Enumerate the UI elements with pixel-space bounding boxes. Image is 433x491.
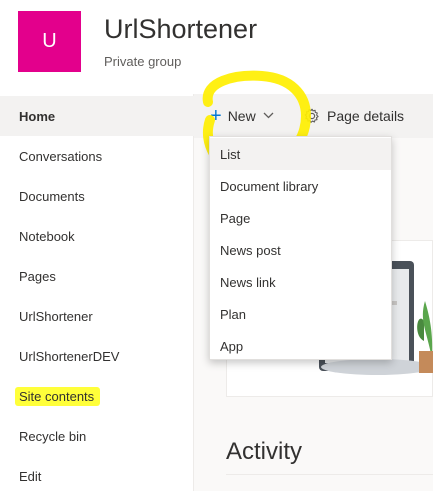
site-header: U UrlShortener Private group	[0, 0, 433, 94]
activity-heading: Activity	[226, 438, 303, 465]
nav-item-label: Home	[19, 108, 56, 124]
nav-item-recycle-bin[interactable]: Recycle bin	[0, 416, 194, 456]
plus-icon: +	[210, 105, 222, 127]
nav-item-label: Conversations	[19, 148, 103, 164]
new-menu-dropdown: List Document library Page News post New…	[209, 136, 392, 360]
menu-item-page[interactable]: Page	[210, 202, 391, 234]
menu-item-label: App	[220, 338, 244, 354]
menu-item-app[interactable]: App	[210, 330, 391, 362]
nav-item-urlshortenerdev[interactable]: UrlShortenerDEV	[0, 336, 194, 376]
menu-item-label: List	[220, 146, 241, 162]
nav-item-edit[interactable]: Edit	[0, 456, 194, 491]
nav-item-label: Notebook	[19, 228, 75, 244]
nav-item-conversations[interactable]: Conversations	[0, 136, 194, 176]
menu-item-news-post[interactable]: News post	[210, 234, 391, 266]
site-logo[interactable]: U	[18, 11, 81, 72]
nav-item-notebook[interactable]: Notebook	[0, 216, 194, 256]
new-button[interactable]: + New	[210, 105, 274, 127]
nav-item-documents[interactable]: Documents	[0, 176, 194, 216]
nav-item-urlshortener[interactable]: UrlShortener	[0, 296, 194, 336]
nav-item-label: UrlShortener	[19, 308, 93, 324]
site-subtitle: Private group	[104, 54, 182, 69]
left-navigation: Home Conversations Documents Notebook Pa…	[0, 94, 194, 491]
menu-item-document-library[interactable]: Document library	[210, 170, 391, 202]
nav-item-label: Documents	[19, 188, 85, 204]
menu-item-label: News post	[220, 242, 281, 258]
menu-item-plan[interactable]: Plan	[210, 298, 391, 330]
gear-icon	[304, 108, 319, 123]
nav-item-label: Pages	[19, 268, 56, 284]
nav-item-home[interactable]: Home	[0, 96, 194, 136]
menu-item-label: Plan	[220, 306, 247, 322]
site-title[interactable]: UrlShortener	[104, 14, 257, 45]
nav-item-site-contents[interactable]: Site contents	[0, 376, 194, 416]
menu-item-list[interactable]: List	[210, 138, 391, 170]
nav-item-label: Recycle bin	[19, 428, 87, 444]
nav-item-label: Site contents	[15, 386, 101, 406]
chevron-down-icon	[263, 110, 274, 122]
nav-item-pages[interactable]: Pages	[0, 256, 194, 296]
divider	[226, 474, 433, 475]
nav-item-label: Edit	[19, 468, 42, 484]
menu-item-label: News link	[220, 274, 276, 290]
page-details-button[interactable]: Page details	[304, 105, 404, 127]
menu-item-news-link[interactable]: News link	[210, 266, 391, 298]
nav-item-label: UrlShortenerDEV	[19, 348, 120, 364]
new-button-label: New	[227, 108, 256, 124]
page-details-label: Page details	[327, 108, 405, 124]
command-bar: + New Page details	[194, 94, 433, 138]
menu-item-label: Document library	[220, 178, 319, 194]
menu-item-label: Page	[220, 210, 251, 226]
